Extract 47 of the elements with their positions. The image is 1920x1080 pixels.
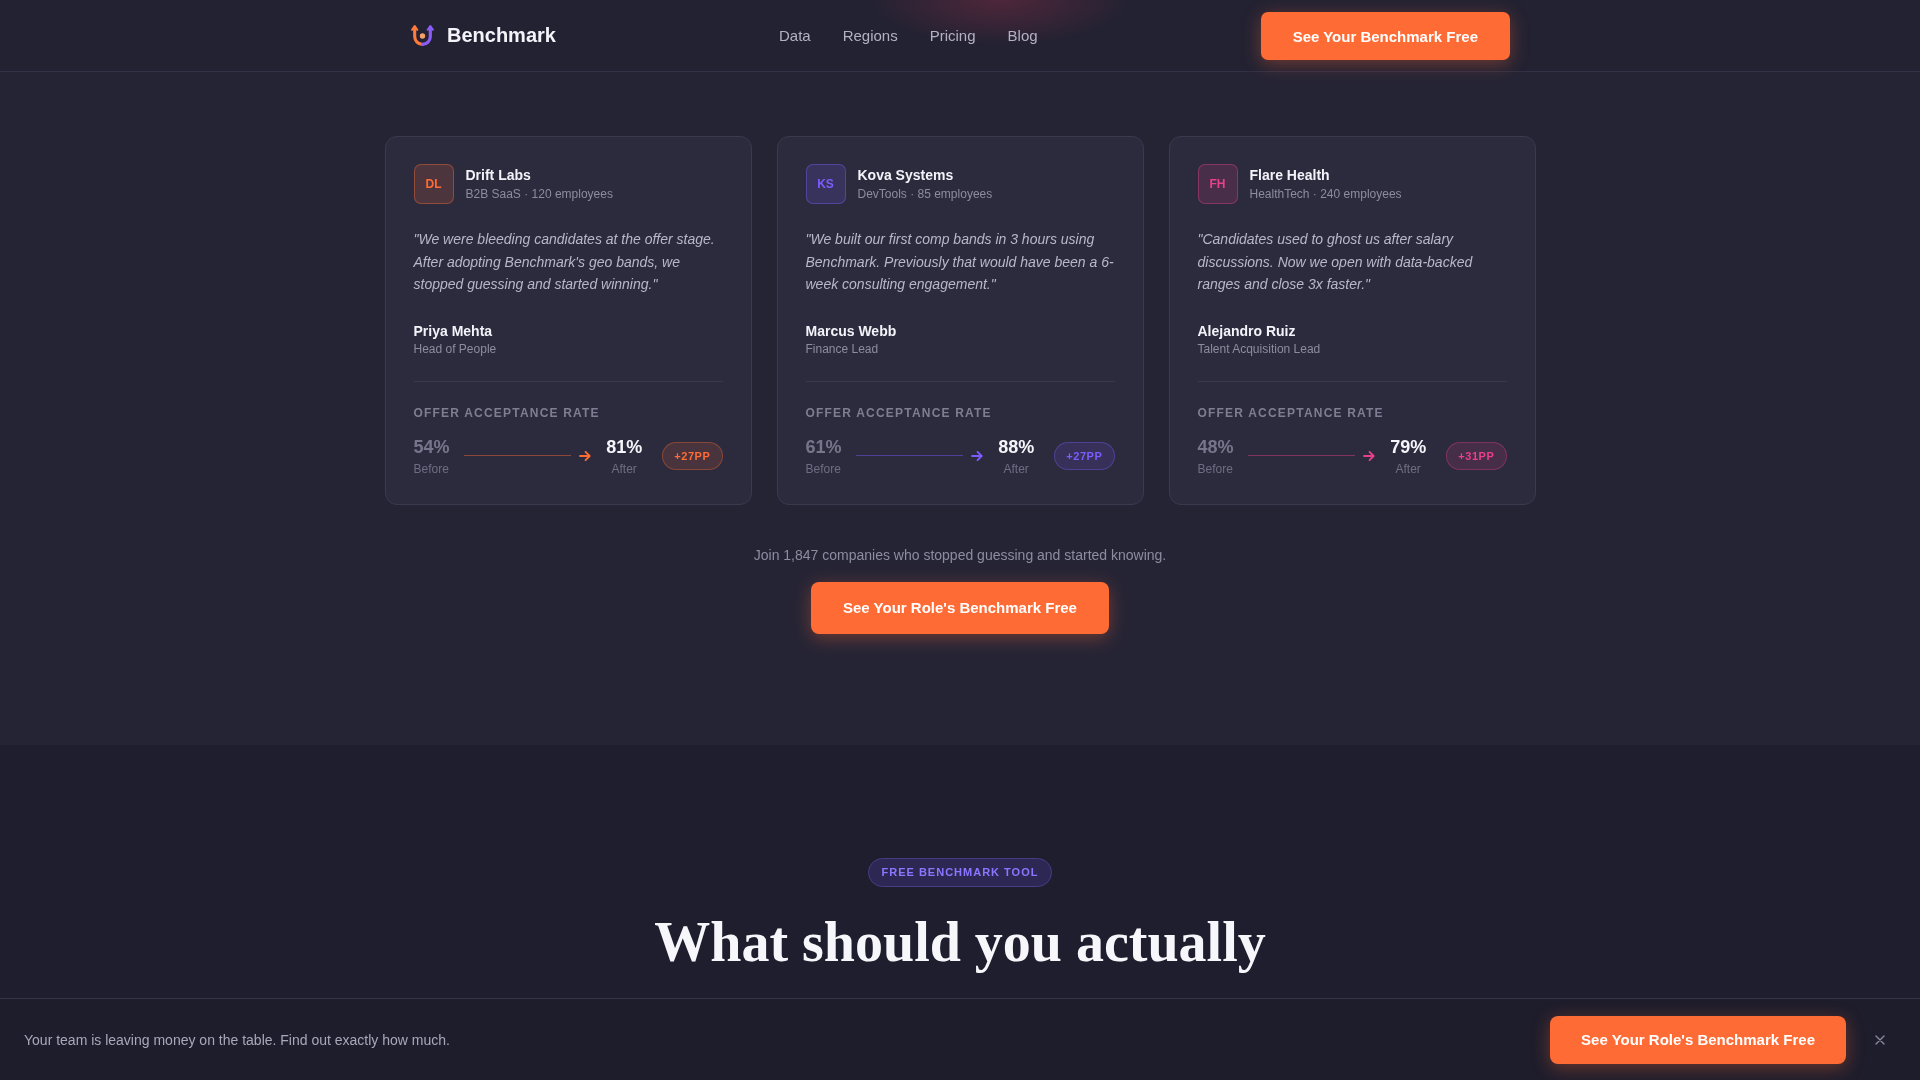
section-heading: What should you actually xyxy=(654,909,1266,974)
metric-label: OFFER ACCEPTANCE RATE xyxy=(413,405,600,420)
before-label: Before xyxy=(805,461,841,476)
before-label: Before xyxy=(1197,461,1233,476)
company-avatar: KS xyxy=(805,164,846,204)
company-name: Drift Labs xyxy=(465,166,531,184)
person-name: Marcus Webb xyxy=(805,321,897,340)
after-label: After xyxy=(611,461,637,476)
before-value: 61% xyxy=(805,435,842,458)
after-value: 81% xyxy=(606,435,643,458)
change-badge: +31PP xyxy=(1446,441,1507,470)
company-meta: HealthTech · 240 employees xyxy=(1249,186,1402,202)
company-avatar: FH xyxy=(1197,164,1238,204)
company-meta: DevTools · 85 employees xyxy=(857,186,993,202)
nav-link[interactable]: Data xyxy=(778,27,811,44)
person-name: Alejandro Ruiz xyxy=(1197,321,1296,340)
nav-link[interactable]: Regions xyxy=(842,27,898,44)
testimonial-quote: "We built our first comp bands in 3 hours using Benchmark. Previously that would have been a 6-week consulting engagement." xyxy=(805,230,1115,294)
company-avatar: DL xyxy=(413,164,454,204)
testimonial-quote: "Candidates used to ghost us after salary discussions. Now we open with data-backed ranges and close 3x faster." xyxy=(1197,230,1474,294)
nav-link[interactable]: Blog xyxy=(1007,27,1038,44)
metric-label: OFFER ACCEPTANCE RATE xyxy=(805,405,992,420)
nav-link[interactable]: Pricing xyxy=(929,27,976,44)
testimonial-quote: "We were bleeding candidates at the offer stage. After adopting Benchmark's geo bands, we stopped guessing and started winning." xyxy=(413,230,716,294)
before-value: 48% xyxy=(1197,435,1234,458)
after-value: 79% xyxy=(1390,435,1427,458)
change-badge: +27PP xyxy=(662,441,723,470)
after-label: After xyxy=(1003,461,1029,476)
brand-name[interactable]: Benchmark xyxy=(447,24,556,47)
company-name: Flare Health xyxy=(1249,166,1330,184)
person-name: Priya Mehta xyxy=(413,321,493,340)
metric-label: OFFER ACCEPTANCE RATE xyxy=(1197,405,1384,420)
close-icon[interactable] xyxy=(1875,1034,1885,1045)
banner-message: Your team is leaving money on the table. Find out exactly how much. xyxy=(24,1031,451,1048)
company-name: Kova Systems xyxy=(857,166,954,184)
after-value: 88% xyxy=(998,435,1035,458)
logo-icon[interactable] xyxy=(410,23,435,48)
person-role: Head of People xyxy=(413,340,497,357)
before-value: 54% xyxy=(413,435,450,458)
person-role: Finance Lead xyxy=(805,340,879,357)
before-label: Before xyxy=(413,461,449,476)
after-label: After xyxy=(1395,461,1421,476)
social-proof-text: Join 1,847 companies who stopped guessing and started knowing. xyxy=(753,545,1167,564)
change-badge: +27PP xyxy=(1054,441,1115,470)
company-meta: B2B SaaS · 120 employees xyxy=(465,186,613,202)
person-role: Talent Acquisition Lead xyxy=(1197,340,1321,357)
section-badge: FREE BENCHMARK TOOL xyxy=(867,857,1053,887)
